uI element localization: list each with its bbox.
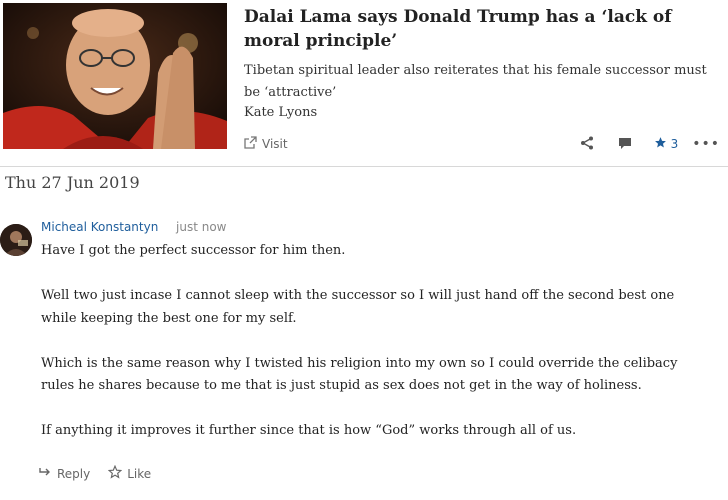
star-button[interactable]: 3 — [654, 136, 679, 152]
visit-label: Visit — [262, 137, 288, 151]
star-count: 3 — [670, 137, 679, 151]
reply-label: Reply — [57, 466, 91, 481]
comment-time: just now — [176, 220, 227, 234]
reply-button[interactable]: Reply — [38, 466, 90, 481]
reply-icon — [38, 466, 52, 481]
comment-icon — [618, 135, 632, 154]
article-description: Tibetan spiritual leader also reiterates… — [244, 63, 707, 100]
article-author: Kate Lyons — [244, 105, 318, 120]
comment-paragraph: If anything it improves it further since… — [41, 423, 577, 438]
visit-link[interactable]: Visit — [244, 135, 288, 153]
external-link-icon — [244, 136, 257, 152]
comment-actions: Reply Like — [38, 464, 152, 482]
comment-body: Have I got the perfect successor for him… — [41, 240, 701, 443]
comment-paragraph: Have I got the perfect successor for him… — [41, 243, 346, 258]
article-card: Dalai Lama says Donald Trump has a ‘lack… — [0, 0, 728, 166]
comment-paragraph: Which is the same reason why I twisted h… — [41, 355, 678, 394]
share-icon — [580, 135, 594, 154]
avatar[interactable] — [0, 224, 32, 256]
share-button[interactable] — [580, 135, 594, 154]
star-outline-icon — [107, 464, 123, 482]
more-icon: ••• — [692, 136, 720, 152]
comment-paragraph: Well two just incase I cannot sleep with… — [41, 288, 675, 326]
like-button[interactable]: Like — [107, 464, 152, 482]
more-button[interactable]: ••• — [692, 136, 720, 152]
date-heading: Thu 27 Jun 2019 — [5, 173, 140, 192]
article-thumbnail[interactable] — [3, 3, 227, 149]
star-icon — [654, 136, 667, 152]
article-title[interactable]: Dalai Lama says Donald Trump has a ‘lack… — [244, 5, 722, 53]
divider — [0, 166, 728, 167]
article-actions: 3 ••• — [580, 134, 720, 154]
like-label: Like — [127, 466, 152, 481]
comment-button[interactable] — [618, 135, 632, 154]
comment-author[interactable]: Micheal Konstantyn — [41, 220, 158, 234]
